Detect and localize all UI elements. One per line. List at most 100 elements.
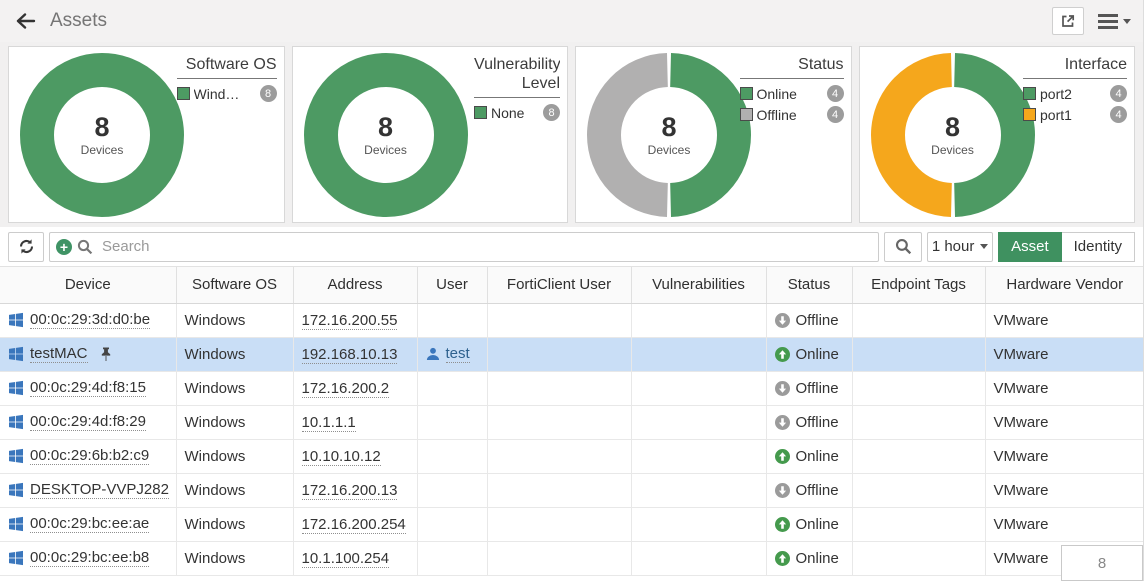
status-offline-icon — [775, 415, 790, 430]
device-address[interactable]: 172.16.200.254 — [302, 516, 406, 534]
table-row[interactable]: 00:0c:29:3d:d0:be Windows 172.16.200.55 … — [0, 303, 1144, 337]
user-name[interactable]: test — [446, 345, 470, 363]
legend-label: None — [491, 105, 524, 121]
table-row[interactable]: 00:0c:29:6b:b2:c9 Windows 10.10.10.12 On… — [0, 439, 1144, 473]
open-in-new-window-button[interactable] — [1052, 7, 1084, 35]
search-field-wrap: + — [49, 232, 879, 262]
chart-legend: Software OS Windows 8 — [177, 55, 277, 102]
windows-icon — [8, 482, 24, 498]
legend-item[interactable]: Online 4 — [740, 85, 844, 102]
donut-chart[interactable] — [584, 50, 754, 220]
table-row[interactable]: 00:0c:29:bc:ee:ae Windows 172.16.200.254… — [0, 507, 1144, 541]
table-row[interactable]: 00:0c:29:bc:ee:b8 Windows 10.1.100.254 O… — [0, 541, 1144, 575]
device-address[interactable]: 10.1.100.254 — [302, 550, 390, 568]
donut-chart[interactable] — [868, 50, 1038, 220]
legend-swatch — [1023, 108, 1036, 121]
status-label: Online — [796, 448, 839, 465]
device-name[interactable]: testMAC — [30, 345, 88, 363]
device-address[interactable]: 192.168.10.13 — [302, 346, 398, 364]
chart-title: Vulnerability Level — [474, 55, 560, 93]
status-online-icon — [775, 347, 790, 362]
legend-divider — [474, 97, 560, 98]
chart-legend: Vulnerability Level None 8 — [474, 55, 560, 121]
device-name[interactable]: DESKTOP-VVPJ282 — [30, 481, 169, 499]
refresh-button[interactable] — [8, 232, 44, 262]
windows-icon — [8, 550, 24, 566]
donut-chart[interactable] — [301, 50, 471, 220]
software-os: Windows — [185, 414, 246, 431]
chart-legend: Status Online 4 Offline 4 — [740, 55, 844, 123]
legend-count-badge: 4 — [1110, 106, 1127, 123]
software-os: Windows — [185, 550, 246, 567]
legend-swatch — [177, 87, 190, 100]
chart-card: 8 DevicesSoftware OS Windows 8 — [8, 46, 285, 223]
top-bar: Assets — [0, 0, 1143, 42]
device-name[interactable]: 00:0c:29:4d:f8:15 — [30, 379, 146, 397]
tab-identity[interactable]: Identity — [1062, 232, 1135, 262]
legend-swatch — [740, 108, 753, 121]
windows-icon — [8, 516, 24, 532]
tab-asset[interactable]: Asset — [998, 232, 1062, 262]
chevron-down-icon — [980, 244, 988, 249]
toolbar: + 1 hour Asset Identity — [0, 227, 1143, 267]
status-label: Online — [796, 516, 839, 533]
column-header-hardware-vendor[interactable]: Hardware Vendor — [985, 267, 1144, 303]
status-label: Offline — [796, 380, 839, 397]
software-os: Windows — [185, 448, 246, 465]
device-address[interactable]: 172.16.200.55 — [302, 312, 398, 330]
time-range-dropdown[interactable]: 1 hour — [927, 232, 993, 262]
search-input[interactable] — [49, 232, 879, 262]
device-address[interactable]: 172.16.200.2 — [302, 380, 390, 398]
hardware-vendor: VMware — [994, 448, 1049, 465]
status-offline-icon — [775, 483, 790, 498]
windows-icon — [8, 414, 24, 430]
device-address[interactable]: 10.10.10.12 — [302, 448, 381, 466]
windows-icon — [8, 448, 24, 464]
back-button[interactable] — [12, 7, 40, 35]
legend-swatch — [740, 87, 753, 100]
table-row[interactable]: DESKTOP-VVPJ282 Windows 172.16.200.13 Of… — [0, 473, 1144, 507]
legend-item[interactable]: None 8 — [474, 104, 560, 121]
user-icon — [426, 347, 440, 361]
column-header-status[interactable]: Status — [766, 267, 852, 303]
add-filter-icon[interactable]: + — [56, 239, 72, 255]
device-name[interactable]: 00:0c:29:3d:d0:be — [30, 311, 150, 329]
assets-table: DeviceSoftware OSAddressUserFortiClient … — [0, 267, 1144, 576]
status-offline-icon — [775, 381, 790, 396]
menu-button[interactable] — [1098, 11, 1131, 32]
hardware-vendor: VMware — [994, 516, 1049, 533]
device-name[interactable]: 00:0c:29:4d:f8:29 — [30, 413, 146, 431]
search-submit-button[interactable] — [884, 232, 922, 262]
status-online-icon — [775, 551, 790, 566]
column-header-endpoint-tags[interactable]: Endpoint Tags — [852, 267, 985, 303]
legend-divider — [740, 78, 844, 79]
device-name[interactable]: 00:0c:29:bc:ee:ae — [30, 515, 149, 533]
column-header-vulnerabilities[interactable]: Vulnerabilities — [631, 267, 766, 303]
device-name[interactable]: 00:0c:29:6b:b2:c9 — [30, 447, 149, 465]
chart-title: Interface — [1023, 55, 1127, 74]
search-icon — [77, 239, 93, 255]
device-name[interactable]: 00:0c:29:bc:ee:b8 — [30, 549, 149, 567]
summary-charts: 8 DevicesSoftware OS Windows 88 DevicesV… — [0, 42, 1143, 227]
legend-count-badge: 4 — [1110, 85, 1127, 102]
device-address[interactable]: 10.1.1.1 — [302, 414, 356, 432]
donut-chart[interactable] — [17, 50, 187, 220]
legend-label: port2 — [1040, 86, 1072, 102]
legend-item[interactable]: Offline 4 — [740, 106, 844, 123]
legend-item[interactable]: port1 4 — [1023, 106, 1127, 123]
column-header-user[interactable]: User — [417, 267, 487, 303]
software-os: Windows — [185, 312, 246, 329]
column-header-device[interactable]: Device — [0, 267, 176, 303]
column-header-forticlient-user[interactable]: FortiClient User — [487, 267, 631, 303]
column-header-address[interactable]: Address — [293, 267, 417, 303]
back-arrow-icon — [16, 13, 36, 29]
legend-item[interactable]: port2 4 — [1023, 85, 1127, 102]
device-address[interactable]: 172.16.200.13 — [302, 482, 398, 500]
table-row[interactable]: 00:0c:29:4d:f8:29 Windows 10.1.1.1 Offli… — [0, 405, 1144, 439]
table-row[interactable]: 00:0c:29:4d:f8:15 Windows 172.16.200.2 O… — [0, 371, 1144, 405]
status-label: Online — [796, 346, 839, 363]
column-header-software-os[interactable]: Software OS — [176, 267, 293, 303]
table-row[interactable]: testMAC Windows 192.168.10.13 test Onlin… — [0, 337, 1144, 371]
status-offline-icon — [775, 313, 790, 328]
legend-item[interactable]: Windows 8 — [177, 85, 277, 102]
